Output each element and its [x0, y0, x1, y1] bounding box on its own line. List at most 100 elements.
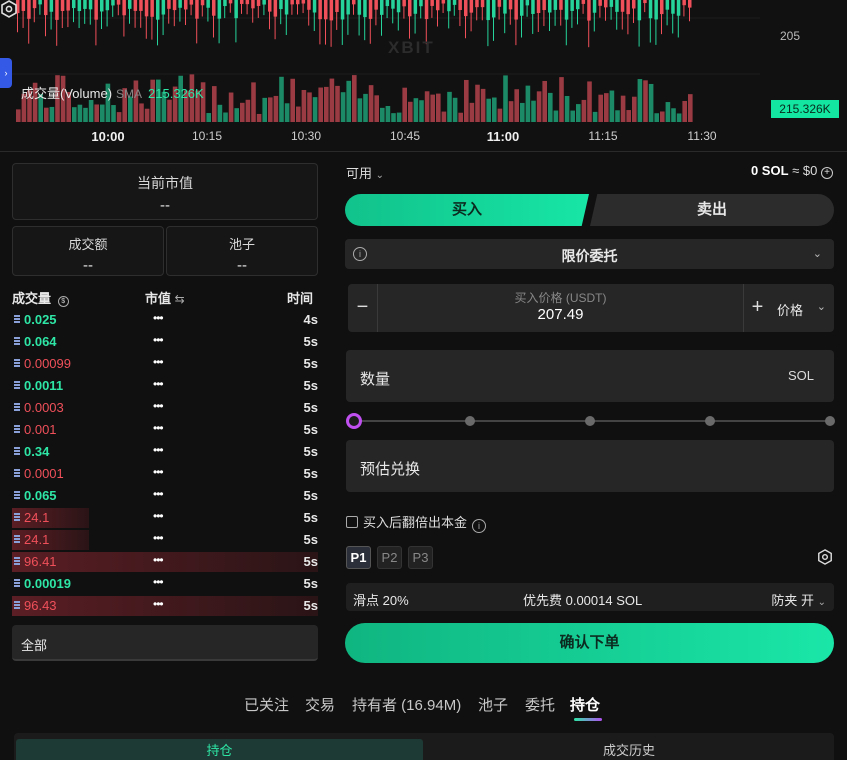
volume-bar [301, 89, 307, 122]
confirm-order-button[interactable]: 确认下单 [345, 623, 834, 663]
order-type-value: 限价委托 [561, 248, 618, 264]
bottom-tab[interactable]: 交易 [305, 694, 335, 715]
settings-icon[interactable] [817, 549, 833, 565]
preset-p2[interactable]: P2 [377, 546, 402, 569]
bottom-tab[interactable]: 已关注 [244, 694, 289, 715]
currency-toggle-icon[interactable]: $ [57, 296, 69, 307]
volume-bar [279, 76, 284, 122]
candle-body [671, 0, 675, 14]
price-chart[interactable]: XBIT 205 › 成交量(Volume) SMA 215.326K 215.32… [0, 0, 847, 152]
candle-body [682, 0, 686, 6]
trade-filter-select[interactable]: 全部 ⌄ [12, 625, 318, 661]
candle-body [329, 0, 334, 21]
candle-body [363, 0, 367, 18]
sell-tab[interactable]: 卖出 [590, 194, 834, 226]
trade-time: 5s [303, 576, 318, 591]
candle-body [150, 0, 154, 17]
volume-bar [340, 92, 346, 122]
candle-body [475, 0, 479, 8]
candle-body [60, 0, 65, 11]
chart-canvas[interactable] [0, 0, 847, 152]
volume-bar [424, 91, 430, 122]
list-icon [14, 359, 20, 367]
trade-row: 24.1 ••• 5s [12, 507, 318, 529]
preset-p3[interactable]: P3 [408, 546, 433, 569]
candle-body [357, 0, 362, 15]
candle-body [385, 0, 390, 7]
slider-handle[interactable] [346, 413, 362, 429]
trade-time: 5s [303, 488, 318, 503]
trade-market-cap: ••• [153, 487, 164, 501]
chart-side-toggle[interactable]: › [0, 58, 12, 88]
candle-body [419, 0, 423, 7]
pool-value: -- [237, 257, 247, 274]
trade-market-cap: ••• [153, 311, 164, 325]
bottom-tab[interactable]: 持有者 (16.94M) [352, 694, 461, 715]
chart-settings-icon[interactable] [0, 0, 18, 18]
candle-body [206, 0, 210, 8]
candle-body [245, 0, 250, 5]
price-decrement-button[interactable]: − [348, 284, 378, 332]
volume-bar [329, 78, 335, 122]
double-out-option[interactable]: 买入后翻倍出本金 i [346, 512, 487, 533]
add-funds-icon[interactable]: + [821, 167, 833, 179]
trade-market-cap: ••• [153, 333, 164, 347]
volume-bar [576, 104, 581, 122]
segment-trade-history[interactable]: 成交历史 [424, 739, 834, 760]
trade-time: 5s [303, 466, 318, 481]
double-out-checkbox[interactable] [346, 516, 358, 528]
volume-bar [307, 92, 312, 122]
price-increment-button[interactable]: + [743, 284, 771, 332]
buy-tab[interactable]: 买入 [345, 194, 589, 226]
volume-bar [144, 108, 150, 122]
slider-step-25[interactable] [465, 416, 475, 426]
quantity-field[interactable]: 数量 SOL [346, 350, 834, 402]
candle-body [643, 0, 647, 4]
price-input[interactable]: 207.49 [378, 306, 743, 323]
bottom-tab[interactable]: 池子 [478, 694, 508, 715]
chevron-down-icon: ⌄ [21, 636, 31, 648]
list-icon [14, 601, 20, 609]
quantity-slider[interactable] [346, 412, 835, 430]
slider-step-75[interactable] [705, 416, 715, 426]
mev-protect[interactable]: 防夹 开 ⌄ [771, 590, 826, 609]
active-tab-indicator [574, 718, 602, 721]
header-market-cap[interactable]: 市值 ⇆ [145, 288, 185, 307]
volume-bar [245, 99, 251, 122]
swap-icon[interactable]: ⇆ [175, 292, 185, 306]
trade-market-cap: ••• [153, 443, 164, 457]
volume-bar [44, 107, 49, 122]
chevron-down-icon[interactable]: ⌄ [817, 300, 826, 313]
order-type-select[interactable]: i 限价委托 ⌄ [345, 239, 834, 269]
fee-summary[interactable]: 滑点 20% 优先费 0.00014 SOL 防夹 开 ⌄ [346, 583, 834, 611]
volume-bar [374, 95, 379, 122]
candle-body [251, 0, 255, 9]
candle-body [268, 0, 272, 12]
volume-bar [475, 84, 480, 122]
slider-step-50[interactable] [585, 416, 595, 426]
candle-body [27, 0, 31, 19]
preset-p1[interactable]: P1 [346, 546, 371, 569]
slider-step-100[interactable] [825, 416, 835, 426]
list-icon [14, 425, 20, 433]
bottom-tab[interactable]: 委托 [525, 694, 555, 715]
volume-bar [520, 102, 525, 122]
candle-body [156, 0, 160, 20]
price-unit-select[interactable]: 价格 [777, 300, 803, 319]
volume-bar [251, 82, 256, 122]
segment-positions[interactable]: 持仓 [16, 739, 423, 760]
time-tick: 10:30 [290, 129, 322, 143]
candle-body [436, 0, 440, 11]
header-volume[interactable]: 成交量 $ [12, 288, 69, 307]
bottom-tab[interactable]: 持仓 [570, 694, 600, 715]
candle-body [604, 0, 608, 8]
available-dropdown[interactable]: 可用 ⌄ [346, 163, 384, 182]
volume-bar [671, 108, 676, 122]
trade-amount: 0.00099 [24, 356, 71, 371]
candle-body [396, 0, 401, 13]
info-icon[interactable]: i [472, 519, 487, 533]
candle-body [122, 0, 126, 16]
trade-row: 0.064 ••• 5s [12, 331, 318, 353]
candle-body [626, 0, 630, 15]
candle-body [531, 0, 535, 14]
